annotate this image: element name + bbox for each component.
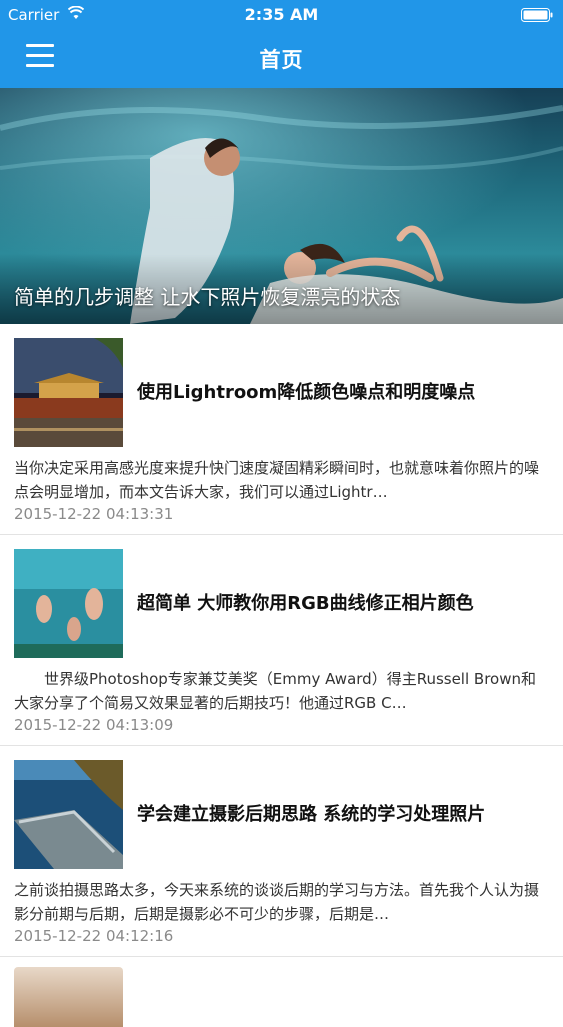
battery-icon [521, 8, 553, 22]
clock: 2:35 AM [244, 5, 319, 24]
article-date: 2015-12-22 04:12:16 [14, 927, 174, 945]
article-thumbnail [14, 338, 123, 447]
list-item[interactable]: 使用Lightroom降低颜色噪点和明度噪点 当你决定采用高感光度来提升快门速度… [0, 324, 563, 535]
hero-banner[interactable]: 简单的几步调整 让水下照片恢复漂亮的状态 [0, 88, 563, 324]
article-summary: 世界级Photoshop专家兼艾美奖（Emmy Award）得主Russell … [14, 670, 536, 712]
article-thumbnail [14, 967, 123, 1027]
article-date: 2015-12-22 04:13:09 [14, 716, 174, 734]
article-thumbnail [14, 549, 123, 658]
list-item[interactable]: 超简单 大师教你用RGB曲线修正相片颜色 世界级Photoshop专家兼艾美奖（… [0, 535, 563, 746]
list-item[interactable] [0, 957, 563, 1027]
article-summary: 当你决定采用高感光度来提升快门速度凝固精彩瞬间时，也就意味着你照片的噪点会明显增… [14, 459, 540, 501]
status-bar: Carrier 2:35 AM [0, 0, 563, 30]
page-title: 首页 [259, 48, 304, 72]
article-date: 2015-12-22 04:13:31 [14, 505, 174, 523]
hero-caption: 简单的几步调整 让水下照片恢复漂亮的状态 [14, 285, 401, 309]
article-summary: 之前谈拍摄思路太多，今天来系统的谈谈后期的学习与方法。首先我个人认为摄影分前期与… [14, 881, 540, 923]
list-item[interactable]: 学会建立摄影后期思路 系统的学习处理照片 之前谈拍摄思路太多，今天来系统的谈谈后… [0, 746, 563, 957]
article-title: 使用Lightroom降低颜色噪点和明度噪点 [137, 382, 476, 403]
nav-bar: 首页 [0, 30, 563, 88]
article-list: 使用Lightroom降低颜色噪点和明度噪点 当你决定采用高感光度来提升快门速度… [0, 324, 563, 1027]
article-thumbnail [14, 760, 123, 869]
article-title: 超简单 大师教你用RGB曲线修正相片颜色 [137, 593, 474, 614]
article-title: 学会建立摄影后期思路 系统的学习处理照片 [137, 804, 486, 825]
